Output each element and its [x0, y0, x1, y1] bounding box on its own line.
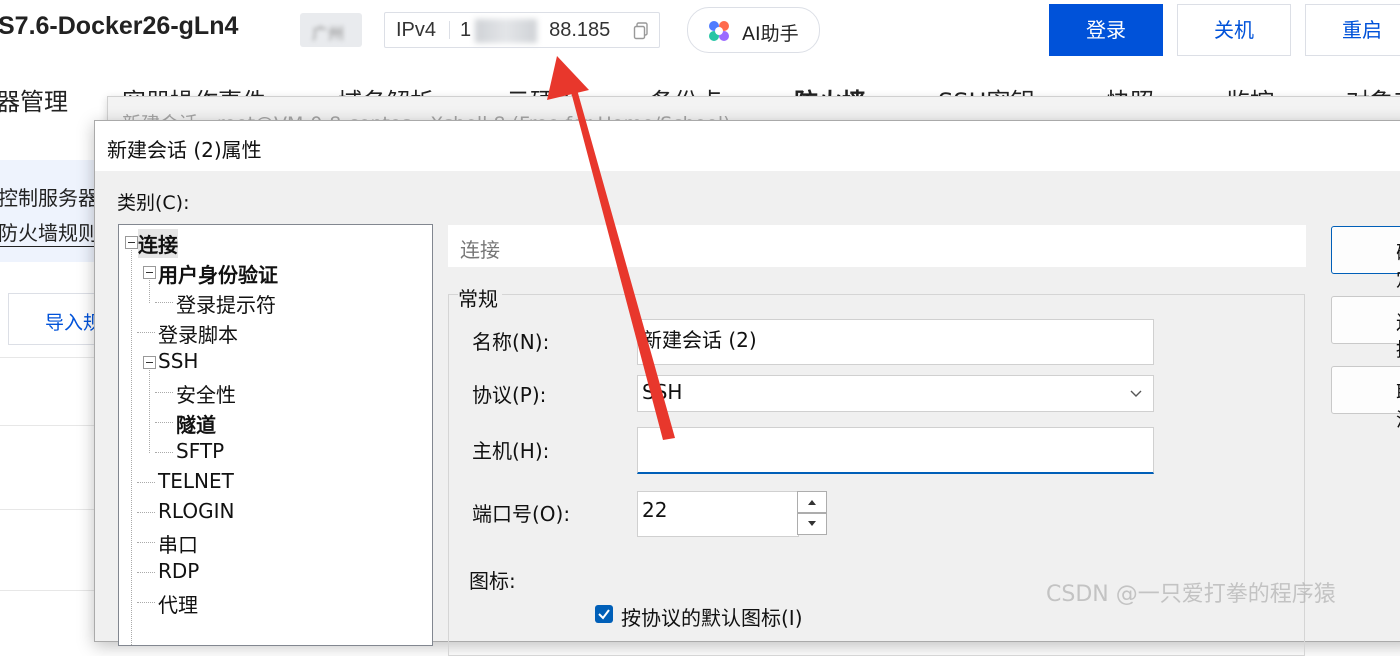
- login-button[interactable]: 登录: [1049, 4, 1163, 56]
- collapse-connection-icon[interactable]: [125, 236, 138, 249]
- icon-section-label: 图标:: [469, 569, 516, 593]
- region-tag: 广州: [300, 13, 362, 47]
- ip-redaction: [475, 19, 537, 43]
- checkmark-icon: [598, 609, 610, 620]
- name-label: 名称(N):: [472, 330, 550, 354]
- dialog-titlebar[interactable]: 新建会话 (2)属性: [95, 121, 1400, 171]
- tree-item-user-auth[interactable]: 用户身份验证: [158, 259, 278, 288]
- restart-button[interactable]: 重启: [1305, 4, 1400, 56]
- ai-assistant-button[interactable]: AI助手: [687, 7, 820, 53]
- name-input[interactable]: 新建会话 (2): [637, 319, 1154, 365]
- tree-item-login-prompt[interactable]: 登录提示符: [176, 289, 276, 318]
- tree-item-sftp[interactable]: SFTP: [176, 439, 224, 463]
- tree-item-telnet[interactable]: TELNET: [158, 469, 234, 493]
- category-tree[interactable]: 连接 用户身份验证 登录提示符 登录脚本 SSH 安全性 隧道 SFTP TEL…: [118, 224, 433, 646]
- session-properties-dialog: 新建会话 (2)属性 类别(C): 连接 用户身份验证 登录提示符 登录脚本 S…: [94, 120, 1400, 656]
- tab-server-management[interactable]: 器管理: [0, 82, 68, 117]
- category-label: 类别(C):: [117, 192, 190, 214]
- tree-item-login-script[interactable]: 登录脚本: [158, 319, 238, 348]
- stepper-up-icon[interactable]: [797, 491, 827, 513]
- collapse-ssh-icon[interactable]: [143, 356, 156, 369]
- tree-item-proxy[interactable]: 代理: [158, 589, 198, 618]
- ok-button[interactable]: 确定: [1331, 226, 1400, 291]
- firewall-rules-link[interactable]: 防火墙规则: [0, 217, 98, 247]
- section-title: 连接: [460, 238, 500, 262]
- general-group-title: 常规: [458, 283, 502, 312]
- default-icon-checkbox[interactable]: [595, 605, 613, 623]
- tree-item-tunnel[interactable]: 隧道: [176, 409, 216, 438]
- tree-item-rlogin[interactable]: RLOGIN: [158, 499, 234, 523]
- port-label: 端口号(O):: [472, 502, 571, 526]
- collapse-user-auth-icon[interactable]: [143, 266, 156, 279]
- ip-version-label: IPv4: [396, 19, 437, 41]
- tree-item-connection[interactable]: 连接: [138, 229, 178, 258]
- chevron-down-icon: [1130, 390, 1142, 397]
- dialog-title: 新建会话 (2)属性: [107, 138, 262, 162]
- server-title: S7.6-Docker26-gLn4: [0, 12, 239, 40]
- port-input[interactable]: 22: [637, 491, 799, 537]
- cancel-button[interactable]: 取消: [1331, 366, 1400, 431]
- default-icon-checkbox-label: 按协议的默认图标(I): [621, 606, 803, 630]
- copy-icon[interactable]: [633, 22, 649, 40]
- host-label: 主机(H):: [472, 439, 550, 463]
- tree-item-security[interactable]: 安全性: [176, 379, 236, 408]
- console-header: S7.6-Docker26-gLn4 广州 IPv4 1 88.185 AI助手 …: [0, 0, 1400, 62]
- ai-assistant-label: AI助手: [742, 23, 799, 45]
- connect-button[interactable]: 连接: [1331, 296, 1400, 361]
- shutdown-button[interactable]: 关机: [1177, 4, 1291, 56]
- section-header: 连接: [448, 225, 1306, 267]
- port-stepper[interactable]: [797, 491, 827, 535]
- host-input[interactable]: [637, 427, 1154, 474]
- protocol-label: 协议(P):: [472, 383, 547, 407]
- stepper-down-icon[interactable]: [797, 513, 827, 535]
- tree-item-rdp[interactable]: RDP: [158, 559, 199, 583]
- tree-item-ssh[interactable]: SSH: [158, 349, 198, 373]
- ip-address-box[interactable]: IPv4 1 88.185: [384, 12, 660, 48]
- protocol-select[interactable]: SSH: [637, 375, 1154, 412]
- tree-item-serial[interactable]: 串口: [158, 529, 198, 558]
- ai-sparkle-icon: [709, 21, 729, 41]
- notice-line-1: 控制服务器: [0, 186, 98, 210]
- csdn-watermark: CSDN @一只爱打拳的程序猿: [1046, 582, 1336, 607]
